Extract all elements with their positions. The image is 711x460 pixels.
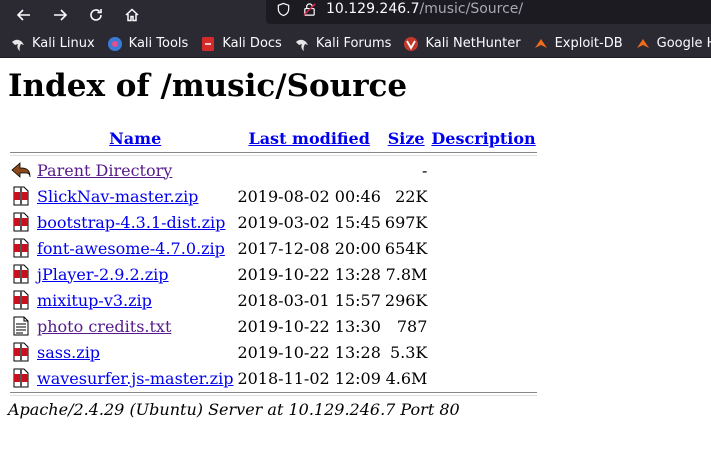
- browser-toolbar: 10.129.246.7/music/Source/: [0, 0, 711, 30]
- insecure-lock-icon[interactable]: [300, 0, 318, 18]
- table-row: mixitup-v3.zip 2018-03-01 15:57 296K: [10, 288, 537, 312]
- table-row: sass.zip 2019-10-22 13:28 5.3K: [10, 340, 537, 364]
- sort-by-modified-link[interactable]: Last modified: [248, 129, 369, 148]
- modified-cell: 2019-10-22 13:28: [237, 342, 381, 362]
- archive-file-icon: [11, 368, 31, 388]
- divider: [10, 152, 537, 156]
- parent-directory-link[interactable]: Parent Directory: [37, 161, 172, 180]
- home-icon[interactable]: [114, 0, 150, 30]
- archive-file-icon: [11, 186, 31, 206]
- archive-file-icon: [11, 342, 31, 362]
- bookmarks-bar: Kali Linux Kali Tools Kali Docs Kali For…: [0, 30, 711, 58]
- size-cell: 697K: [384, 212, 428, 232]
- address-bar[interactable]: 10.129.246.7/music/Source/: [266, 0, 711, 24]
- kali-docs-icon: [200, 36, 216, 52]
- page-content: Index of /music/Source Name Last modifie…: [8, 58, 539, 419]
- modified-cell: 2018-11-02 12:09: [237, 368, 381, 388]
- table-row-parent: Parent Directory -: [10, 158, 537, 182]
- header-divider-row: [10, 152, 537, 156]
- table-row: wavesurfer.js-master.zip 2018-11-02 12:0…: [10, 366, 537, 390]
- modified-cell: 2017-12-08 20:00: [237, 238, 381, 258]
- size-cell: 654K: [384, 238, 428, 258]
- table-row: bootstrap-4.3.1-dist.zip 2019-03-02 15:4…: [10, 210, 537, 234]
- modified-cell: 2018-03-01 15:57: [237, 290, 381, 310]
- file-link[interactable]: wavesurfer.js-master.zip: [37, 369, 233, 388]
- divider: [10, 392, 537, 396]
- directory-listing-table: Name Last modified Size Description Pare…: [8, 124, 539, 398]
- reload-icon[interactable]: [78, 0, 114, 30]
- table-row: photo credits.txt 2019-10-22 13:30 787: [10, 314, 537, 338]
- size-cell: 22K: [395, 186, 428, 206]
- archive-file-icon: [11, 290, 31, 310]
- modified-cell: 2019-10-22 13:30: [237, 316, 381, 336]
- table-row: font-awesome-4.7.0.zip 2017-12-08 20:00 …: [10, 236, 537, 260]
- file-link[interactable]: bootstrap-4.3.1-dist.zip: [37, 213, 225, 232]
- size-cell: 5.3K: [389, 342, 428, 362]
- file-link[interactable]: font-awesome-4.7.0.zip: [37, 239, 225, 258]
- forward-arrow-icon[interactable]: [42, 0, 78, 30]
- sort-by-description-link[interactable]: Description: [431, 129, 535, 148]
- modified-cell: 2019-08-02 00:46: [237, 186, 381, 206]
- kali-forums-icon: [294, 36, 310, 52]
- url-text: 10.129.246.7/music/Source/: [326, 1, 523, 17]
- text-file-icon: [11, 316, 31, 336]
- size-cell: 787: [396, 316, 428, 336]
- file-link[interactable]: mixitup-v3.zip: [37, 291, 152, 310]
- table-row: jPlayer-2.9.2.zip 2019-10-22 13:28 7.8M: [10, 262, 537, 286]
- archive-file-icon: [11, 212, 31, 232]
- sort-by-name-link[interactable]: Name: [109, 129, 161, 148]
- url-host: 10.129.246.7: [326, 1, 420, 17]
- url-path: /music/Source/: [419, 1, 524, 17]
- bookmark-kali-linux[interactable]: Kali Linux: [10, 36, 95, 52]
- description-header[interactable]: Description: [430, 126, 536, 150]
- file-link[interactable]: sass.zip: [37, 343, 100, 362]
- bookmark-exploit-db[interactable]: Exploit-DB: [533, 36, 623, 52]
- table-row: SlickNav-master.zip 2019-08-02 00:46 22K: [10, 184, 537, 208]
- bookmark-kali-forums[interactable]: Kali Forums: [294, 36, 391, 52]
- footer-divider-row: [10, 392, 537, 396]
- file-link[interactable]: SlickNav-master.zip: [37, 187, 198, 206]
- file-link[interactable]: jPlayer-2.9.2.zip: [37, 265, 169, 284]
- size-cell: 7.8M: [385, 264, 428, 284]
- exploit-db-icon: [533, 36, 549, 52]
- archive-file-icon: [11, 238, 31, 258]
- ghdb-icon: [635, 36, 651, 52]
- server-signature: Apache/2.4.29 (Ubuntu) Server at 10.129.…: [8, 400, 460, 419]
- icon-header: [10, 126, 34, 150]
- file-link[interactable]: photo credits.txt: [37, 317, 171, 336]
- modified-cell: 2019-03-02 15:45: [237, 212, 381, 232]
- bookmark-kali-docs[interactable]: Kali Docs: [200, 36, 282, 52]
- modified-header[interactable]: Last modified: [236, 126, 381, 150]
- back-folder-icon: [11, 160, 31, 180]
- sort-by-size-link[interactable]: Size: [388, 129, 425, 148]
- modified-cell: 2019-10-22 13:28: [237, 264, 381, 284]
- shield-icon[interactable]: [274, 0, 292, 18]
- size-cell: -: [421, 160, 428, 180]
- size-header[interactable]: Size: [384, 126, 429, 150]
- archive-file-icon: [11, 264, 31, 284]
- bookmark-kali-nethunter[interactable]: Kali NetHunter: [403, 36, 521, 52]
- kali-tools-icon: [107, 36, 123, 52]
- size-cell: 296K: [384, 290, 428, 310]
- table-header-row: Name Last modified Size Description: [10, 126, 537, 150]
- bookmark-google-hacking-db[interactable]: Google Hacking DB: [635, 36, 711, 52]
- kali-dragon-icon: [10, 36, 26, 52]
- page-title: Index of /music/Source: [8, 68, 408, 104]
- size-cell: 4.6M: [385, 368, 428, 388]
- nethunter-icon: [403, 36, 419, 52]
- name-header[interactable]: Name: [36, 126, 234, 150]
- bookmark-kali-tools[interactable]: Kali Tools: [107, 36, 188, 52]
- back-arrow-icon[interactable]: [6, 0, 42, 30]
